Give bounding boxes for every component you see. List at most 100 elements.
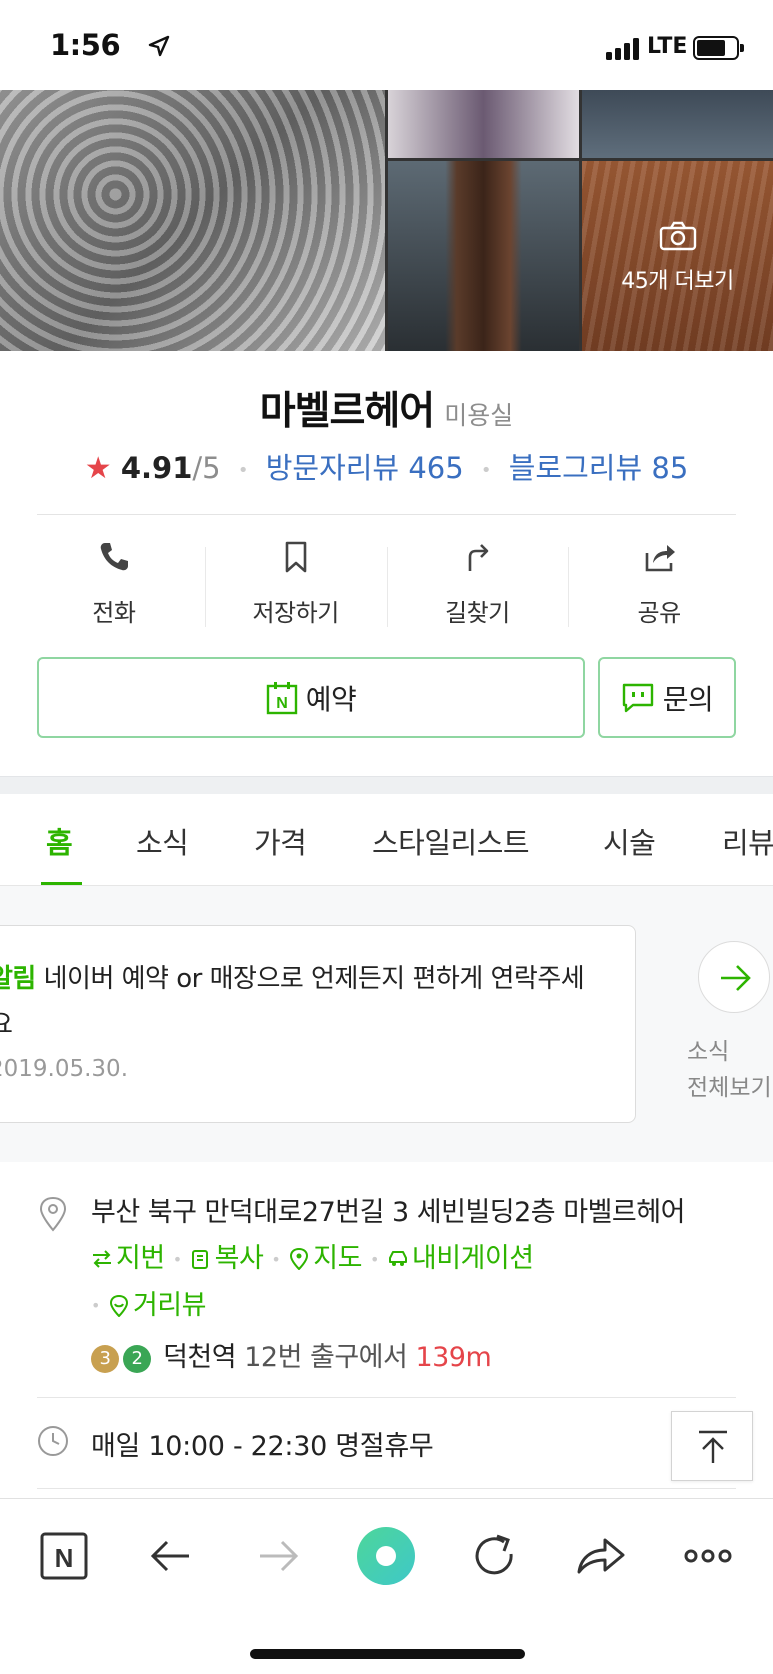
star-icon: ★ (84, 451, 112, 486)
naver-home-button[interactable]: N (34, 1526, 94, 1586)
tab-stylist[interactable]: 스타일리스트 (372, 820, 530, 862)
car-icon (388, 1251, 407, 1266)
photo-thumb-3[interactable] (388, 161, 579, 351)
tab-price[interactable]: 가격 (254, 820, 307, 862)
street-view-link[interactable]: 거리뷰 (108, 1290, 206, 1321)
battery-icon (693, 36, 744, 60)
green-dot-icon (357, 1527, 415, 1585)
separator-dot: • (480, 459, 492, 481)
camera-icon (659, 221, 697, 251)
more-dots-icon (684, 1549, 732, 1563)
photo-main[interactable] (0, 90, 385, 351)
subway-line-2-badge: 2 (123, 1345, 151, 1373)
action-bar: 전화 저장하기 길찾기 공유 (23, 535, 750, 635)
navigation-link[interactable]: 내비게이션 (387, 1243, 534, 1274)
news-card[interactable]: 알림 네이버 예약 or 매장으로 언제든지 편하게 연락주세요 2019.05… (0, 925, 636, 1123)
street-view-icon (109, 1294, 128, 1317)
tab-review[interactable]: 리뷰 (722, 820, 773, 862)
divider (37, 514, 736, 515)
more-photos-label: 45개 더보기 (621, 269, 734, 294)
business-hours: 매일 10:00 - 22:30 명절휴무 (91, 1431, 434, 1462)
more-menu-button[interactable] (678, 1526, 738, 1586)
more-photos-button[interactable]: 45개 더보기 (582, 161, 773, 351)
naver-logo-icon: N (40, 1532, 88, 1580)
directions-icon (469, 544, 489, 571)
browser-toolbar: N (0, 1498, 773, 1674)
tab-news[interactable]: 소식 (136, 820, 189, 862)
back-button[interactable] (141, 1526, 201, 1586)
news-text: 알림 네이버 예약 or 매장으로 언제든지 편하게 연락주세요 (0, 956, 589, 1048)
reserve-button[interactable]: N 예약 (37, 657, 585, 738)
section-gap (0, 776, 773, 794)
photo-thumb-2[interactable] (582, 90, 773, 158)
place-name: 마벨르헤어 (259, 389, 435, 434)
inquiry-label: 문의 (662, 682, 714, 716)
naver-booking-icon: N (266, 681, 297, 714)
tab-bar: 홈 소식 가격 스타일리스트 시술 리뷰 (0, 794, 773, 886)
directions-button[interactable]: 길찾기 (386, 535, 569, 635)
arrow-right-icon (721, 965, 751, 991)
reload-button[interactable] (464, 1526, 524, 1586)
exit-info: 12번 출구에서 (244, 1342, 408, 1373)
blog-reviews-link[interactable]: 블로그리뷰 85 (509, 451, 689, 485)
share-button[interactable]: 공유 (568, 535, 750, 635)
forward-button[interactable] (248, 1526, 308, 1586)
share-page-button[interactable] (571, 1526, 631, 1586)
back-arrow-icon (150, 1540, 189, 1572)
arrow-up-icon (699, 1430, 727, 1463)
news-date: 2019.05.30. (0, 1056, 128, 1082)
visitor-reviews-link[interactable]: 방문자리뷰 465 (266, 451, 464, 485)
place-category: 미용실 (444, 401, 514, 430)
scroll-to-top-button[interactable] (671, 1411, 753, 1481)
location-pin-icon (39, 1196, 67, 1232)
divider (37, 1397, 736, 1398)
photo-thumb-1[interactable] (388, 90, 579, 158)
map-pin-icon (290, 1247, 309, 1271)
clock-icon (38, 1426, 68, 1456)
rating-value: 4.91 (120, 451, 193, 485)
save-label: 저장하기 (252, 599, 339, 627)
address-text: 부산 북구 만덕대로27번길 3 세빈빌딩2층 마벨르헤어 (91, 1197, 685, 1228)
news-all-label-line2: 전체보기 (687, 1075, 772, 1101)
news-body: 네이버 예약 or 매장으로 언제든지 편하게 연락주세요 (0, 964, 585, 1040)
save-button[interactable]: 저장하기 (204, 535, 387, 635)
location-arrow-icon (148, 35, 170, 57)
call-button[interactable]: 전화 (23, 535, 205, 635)
network-label: LTE (647, 34, 688, 59)
tab-home[interactable]: 홈 (46, 820, 73, 862)
news-tag: 알림 (0, 964, 36, 994)
active-tab-indicator (41, 882, 82, 885)
photo-gallery: 45개 더보기 (0, 90, 773, 351)
inquiry-button[interactable]: 문의 (598, 657, 736, 738)
subway-line-3-badge: 3 (91, 1345, 119, 1373)
directions-label: 길찾기 (445, 599, 510, 627)
green-dot-button[interactable] (356, 1526, 418, 1588)
distance: 139m (415, 1342, 492, 1373)
reload-icon (475, 1534, 513, 1575)
svg-text:N: N (276, 695, 288, 712)
subway-info: 32 덕천역 12번 출구에서 139m (91, 1335, 492, 1374)
place-title-row: 마벨르헤어 미용실 (0, 380, 773, 436)
copy-icon (191, 1250, 208, 1269)
share-label: 공유 (637, 599, 682, 627)
jibun-link[interactable]: 지번 (91, 1243, 165, 1274)
reserve-label: 예약 (305, 682, 357, 716)
divider (37, 1488, 736, 1489)
copy-link[interactable]: 복사 (190, 1243, 264, 1274)
address-block: 부산 북구 만덕대로27번길 3 세빈빌딩2층 마벨르헤어 지번 • 복사 • 지도 • 내… (91, 1197, 685, 1321)
news-all-button[interactable] (698, 941, 770, 1013)
call-label: 전화 (92, 599, 136, 627)
forward-arrow-icon (260, 1540, 299, 1572)
bookmark-icon (285, 541, 306, 573)
rating-max: /5 (192, 451, 221, 485)
tab-treatment[interactable]: 시술 (603, 820, 656, 862)
share-icon (645, 545, 676, 572)
station-name: 덕천역 (163, 1342, 237, 1373)
map-link[interactable]: 지도 (288, 1243, 362, 1274)
home-indicator[interactable] (250, 1649, 525, 1659)
separator-dot: • (237, 459, 249, 481)
rating-row: ★ 4.91/5 • 방문자리뷰 465 • 블로그리뷰 85 (0, 445, 773, 487)
news-all-label-line1: 소식 (687, 1039, 730, 1065)
chat-icon (622, 683, 653, 712)
news-all-label[interactable]: 소식 전체보기 (687, 1034, 773, 1106)
